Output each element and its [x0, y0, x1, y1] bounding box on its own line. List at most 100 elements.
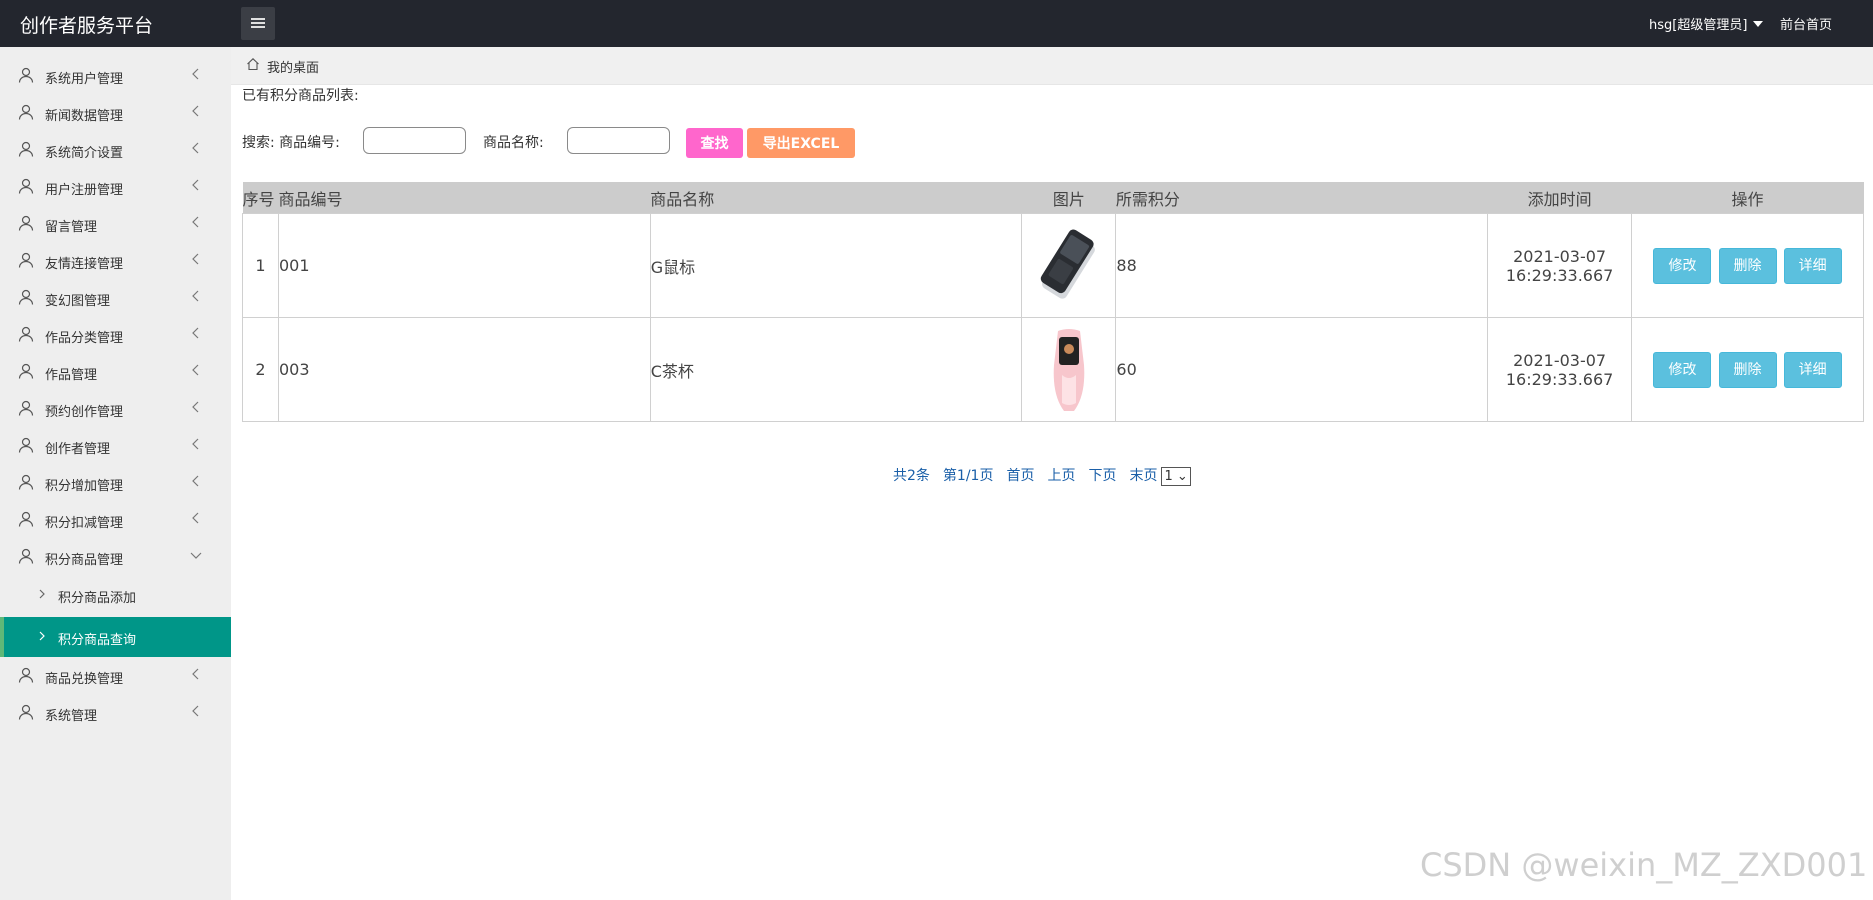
menu-toggle-button[interactable] [241, 7, 275, 40]
home-icon [247, 58, 259, 71]
header-actions: 操作 [1631, 182, 1864, 214]
search-code-label: 搜索: 商品编号: [242, 135, 340, 151]
chevron-left-icon [192, 512, 199, 524]
front-page-link[interactable]: 前台首页 [1780, 14, 1832, 33]
sidebar-item-messages[interactable]: 留言管理 [0, 205, 231, 242]
chevron-left-icon [192, 253, 199, 265]
pagination-prev[interactable]: 上页 [1047, 468, 1075, 484]
sidebar-subitem-label: 积分商品添加 [58, 591, 137, 606]
row-code: 003 [277, 317, 651, 422]
user-menu[interactable]: hsg[超级管理员] [1649, 14, 1764, 33]
goods-name-input[interactable] [567, 127, 670, 154]
sidebar-subitem-goods-add[interactable]: 积分商品添加 [0, 575, 231, 615]
breadcrumb-label[interactable]: 我的桌面 [267, 57, 319, 76]
user-icon [18, 400, 34, 416]
user-icon [18, 474, 34, 490]
pagination-last[interactable]: 末页 [1129, 468, 1157, 484]
sidebar-item-label: 积分扣减管理 [45, 516, 124, 531]
table-row: 1 001 G鼠标 88 2021-03-07 16:29:33.667 修改 … [242, 213, 1864, 318]
sidebar-item-label: 商品兑换管理 [45, 672, 124, 687]
row-index: 2 [242, 317, 279, 422]
sidebar-item-label: 创作者管理 [45, 442, 111, 457]
sidebar-item-label: 系统用户管理 [45, 72, 124, 87]
page-select[interactable]: 1 ⌄ [1161, 466, 1191, 486]
goods-table: 序号 商品编号 商品名称 图片 所需积分 添加时间 操作 1 001 G鼠标 8… [242, 182, 1864, 422]
edit-button[interactable]: 修改 [1653, 351, 1712, 388]
sidebar-item-system-users[interactable]: 系统用户管理 [0, 57, 231, 94]
sidebar-item-points-deduct[interactable]: 积分扣减管理 [0, 501, 231, 538]
sidebar-item-system[interactable]: 系统管理 [0, 694, 231, 731]
find-button[interactable]: 查找 [686, 128, 743, 158]
sidebar-item-label: 系统简介设置 [45, 146, 124, 161]
list-title: 已有积分商品列表: [242, 88, 359, 104]
header-code: 商品编号 [278, 182, 651, 214]
sidebar-item-work-categories[interactable]: 作品分类管理 [0, 316, 231, 353]
user-icon [18, 363, 34, 379]
delete-button[interactable]: 删除 [1718, 247, 1777, 284]
user-icon [18, 437, 34, 453]
chevron-left-icon [192, 216, 199, 228]
app-title: 创作者服务平台 [20, 15, 154, 37]
header-name: 商品名称 [650, 182, 1022, 214]
sidebar-item-creators[interactable]: 创作者管理 [0, 427, 231, 464]
goods-code-input[interactable] [363, 127, 466, 154]
header-time: 添加时间 [1487, 182, 1632, 214]
detail-button[interactable]: 详细 [1783, 247, 1842, 284]
pagination-next[interactable]: 下页 [1088, 468, 1116, 484]
row-time: 2021-03-07 16:29:33.667 [1487, 317, 1633, 422]
chevron-left-icon [192, 105, 199, 117]
sidebar-item-label: 作品管理 [45, 368, 98, 383]
chevron-left-icon [192, 475, 199, 487]
user-icon [18, 104, 34, 120]
row-image [1021, 213, 1117, 318]
sidebar-item-label: 积分商品管理 [45, 553, 124, 568]
sidebar-item-label: 预约创作管理 [45, 405, 124, 420]
delete-button[interactable]: 删除 [1718, 351, 1777, 388]
row-name: G鼠标 [649, 213, 1023, 318]
chevron-left-icon [192, 327, 199, 339]
sidebar-item-works[interactable]: 作品管理 [0, 353, 231, 390]
header-index: 序号 [242, 182, 279, 214]
user-icon [18, 289, 34, 305]
header-image: 图片 [1021, 182, 1116, 214]
edit-button[interactable]: 修改 [1653, 247, 1712, 284]
user-icon [18, 67, 34, 83]
row-image [1021, 317, 1117, 422]
hamburger-icon [251, 18, 265, 30]
sidebar-item-goods-exchange[interactable]: 商品兑换管理 [0, 657, 231, 694]
pagination-first[interactable]: 首页 [1006, 468, 1034, 484]
export-excel-button[interactable]: 导出EXCEL [747, 128, 855, 158]
user-icon [18, 548, 34, 564]
sidebar-subitem-goods-query[interactable]: 积分商品查询 [0, 617, 231, 657]
watermark: CSDN @weixin_MZ_ZXD001 [1420, 846, 1868, 884]
sidebar-item-label: 友情连接管理 [45, 257, 124, 272]
chevron-left-icon [192, 179, 199, 191]
sidebar-subitem-label: 积分商品查询 [58, 633, 137, 648]
row-actions: 修改 删除 详细 [1631, 317, 1864, 422]
sidebar-item-label: 作品分类管理 [45, 331, 124, 346]
sidebar-item-friend-links[interactable]: 友情连接管理 [0, 242, 231, 279]
sidebar: 系统用户管理 新闻数据管理 系统简介设置 用户注册管理 留言管理 友情连接管理 … [0, 47, 231, 900]
row-index: 1 [242, 213, 279, 318]
sidebar-item-system-intro[interactable]: 系统简介设置 [0, 131, 231, 168]
chevron-right-icon [39, 589, 45, 599]
table-row: 2 003 C茶杯 60 2021-03-07 16:29:33.667 修改 … [242, 317, 1864, 422]
sidebar-item-points-goods[interactable]: 积分商品管理 [0, 538, 231, 575]
chevron-right-icon [39, 631, 45, 641]
sidebar-item-label: 新闻数据管理 [45, 109, 124, 124]
product-image-dark-device [1040, 229, 1095, 299]
sidebar-item-news[interactable]: 新闻数据管理 [0, 94, 231, 131]
user-icon [18, 511, 34, 527]
chevron-left-icon [192, 142, 199, 154]
user-icon [18, 215, 34, 231]
table-header: 序号 商品编号 商品名称 图片 所需积分 添加时间 操作 [242, 182, 1864, 214]
user-name: hsg[超级管理员] [1649, 18, 1748, 33]
row-code: 001 [277, 213, 651, 318]
page-select-value: 1 [1164, 468, 1173, 484]
sidebar-item-user-registration[interactable]: 用户注册管理 [0, 168, 231, 205]
detail-button[interactable]: 详细 [1783, 351, 1842, 388]
sidebar-item-points-increase[interactable]: 积分增加管理 [0, 464, 231, 501]
sidebar-item-carousel[interactable]: 变幻图管理 [0, 279, 231, 316]
row-actions: 修改 删除 详细 [1631, 213, 1864, 318]
sidebar-item-reservations[interactable]: 预约创作管理 [0, 390, 231, 427]
